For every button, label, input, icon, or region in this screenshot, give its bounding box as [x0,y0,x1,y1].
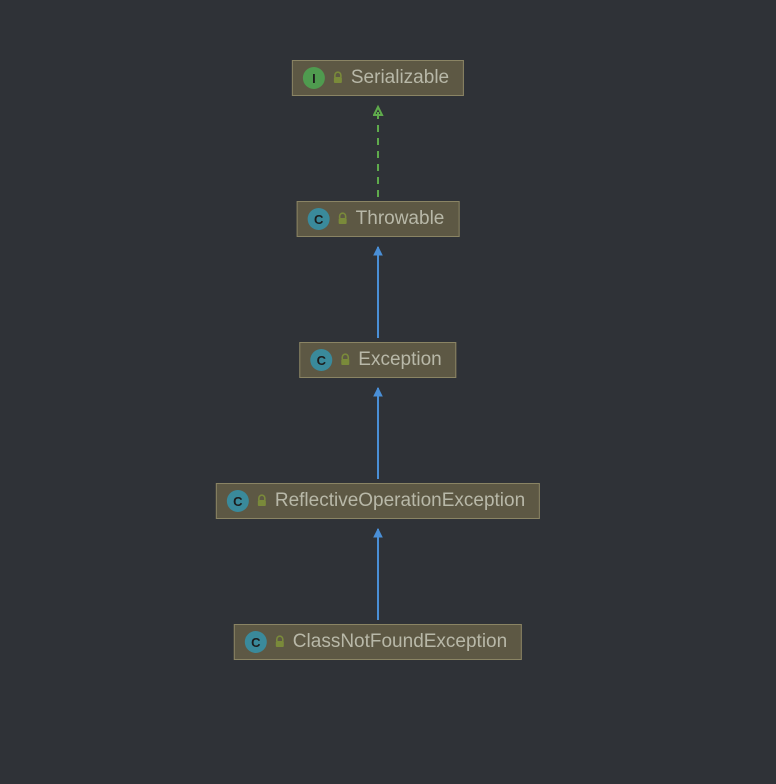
node-class-not-found-exception[interactable]: C ClassNotFoundException [234,624,522,660]
node-exception[interactable]: C Exception [299,342,456,378]
badge-letter: C [317,353,326,368]
badge-letter: I [312,71,316,86]
class-badge-icon: C [310,349,332,371]
lock-icon [336,212,350,226]
lock-icon [273,635,287,649]
lock-icon [338,353,352,367]
node-label: ClassNotFoundException [293,631,507,653]
connectors-layer [0,0,776,784]
class-badge-icon: C [227,490,249,512]
lock-icon [331,71,345,85]
node-label: Serializable [351,67,449,89]
node-label: Exception [358,349,441,371]
diagram-canvas: I Serializable C Throwable C Exception C [0,0,776,784]
node-label: ReflectiveOperationException [275,490,525,512]
badge-letter: C [314,212,323,227]
node-throwable[interactable]: C Throwable [297,201,460,237]
class-badge-icon: C [245,631,267,653]
class-badge-icon: C [308,208,330,230]
interface-badge-icon: I [303,67,325,89]
node-label: Throwable [356,208,445,230]
badge-letter: C [233,494,242,509]
badge-letter: C [251,635,260,650]
node-reflective-operation-exception[interactable]: C ReflectiveOperationException [216,483,540,519]
lock-icon [255,494,269,508]
node-serializable[interactable]: I Serializable [292,60,464,96]
